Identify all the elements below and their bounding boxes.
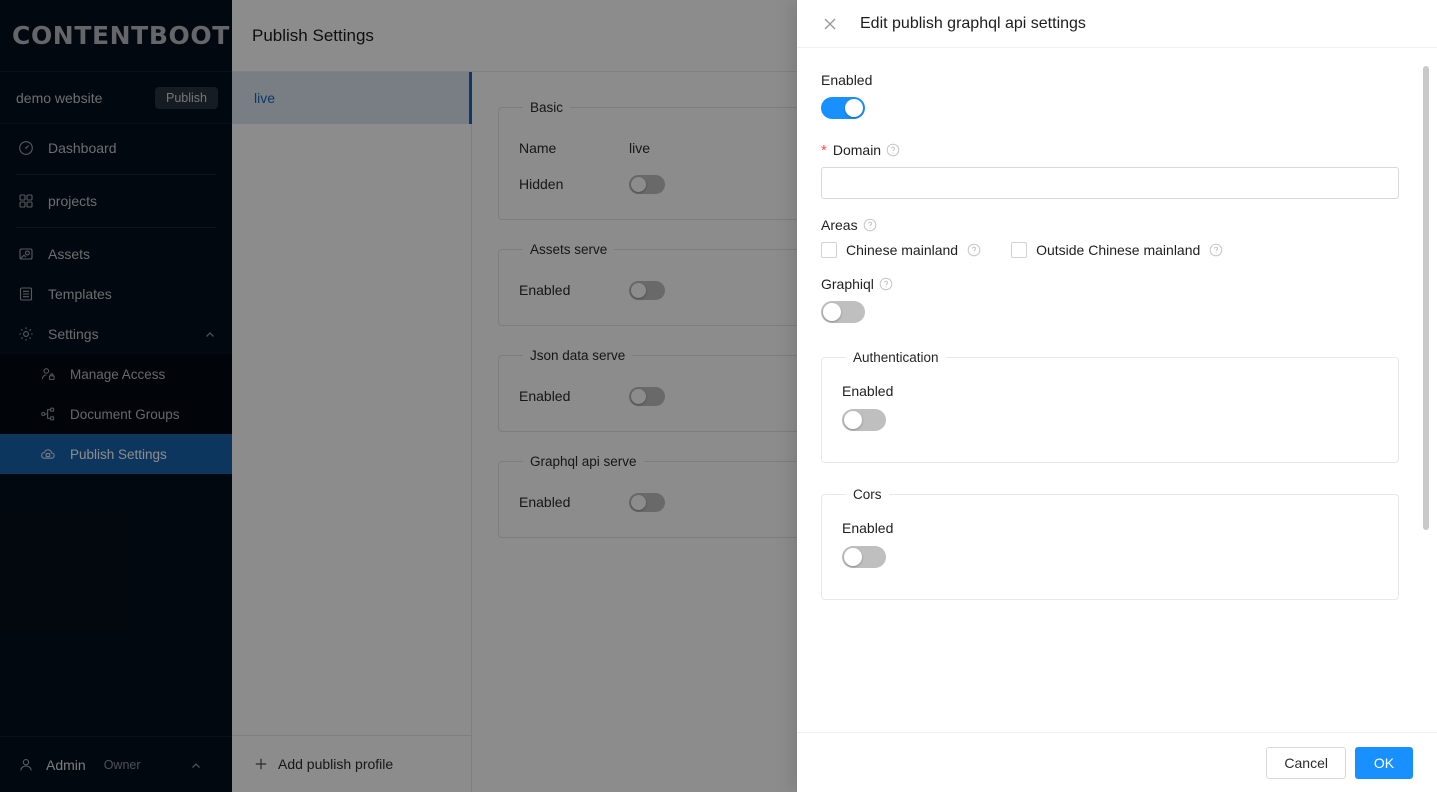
section-cors: Cors Enabled <box>821 487 1399 600</box>
question-circle-icon[interactable] <box>879 277 893 291</box>
field-enabled: Enabled <box>821 72 1397 124</box>
authentication-enabled-label: Enabled <box>842 383 894 399</box>
cors-enabled-toggle[interactable] <box>842 546 886 568</box>
section-legend: Authentication <box>853 350 939 365</box>
toggle-knob <box>823 303 841 321</box>
drawer-scrollbar[interactable] <box>1423 66 1429 530</box>
question-circle-icon[interactable] <box>886 143 900 157</box>
checkbox-label: Chinese mainland <box>846 242 959 258</box>
question-circle-icon[interactable] <box>863 218 877 232</box>
drawer-title: Edit publish graphql api settings <box>860 14 1086 32</box>
required-asterisk: * <box>821 141 827 159</box>
field-areas: Areas Chinese mainland Outside Chinese m… <box>821 217 1397 258</box>
toggle-knob <box>845 99 863 117</box>
graphiql-toggle[interactable] <box>821 301 865 323</box>
question-circle-icon[interactable] <box>1209 243 1223 257</box>
enabled-toggle[interactable] <box>821 97 865 119</box>
checkbox-box[interactable] <box>1011 242 1028 258</box>
field-graphiql: Graphiql <box>821 276 1397 328</box>
cancel-button[interactable]: Cancel <box>1266 746 1346 779</box>
section-legend: Cors <box>853 487 882 502</box>
section-authentication: Authentication Enabled <box>821 350 1399 463</box>
edit-settings-drawer: Edit publish graphql api settings Enable… <box>797 0 1437 792</box>
ok-button[interactable]: OK <box>1355 746 1413 779</box>
checkbox-outside-chinese-mainland[interactable]: Outside Chinese mainland <box>1011 242 1223 258</box>
close-icon[interactable] <box>822 16 838 32</box>
graphiql-label: Graphiql <box>821 276 874 292</box>
question-circle-icon[interactable] <box>967 243 981 257</box>
drawer-footer: Cancel OK <box>797 732 1437 792</box>
field-label: * Domain <box>821 142 1397 158</box>
areas-label: Areas <box>821 217 858 233</box>
drawer-header: Edit publish graphql api settings <box>797 0 1437 48</box>
toggle-knob <box>844 548 862 566</box>
areas-checkbox-group: Chinese mainland Outside Chinese mainlan… <box>821 242 1397 258</box>
checkbox-chinese-mainland[interactable]: Chinese mainland <box>821 242 981 258</box>
app-root: CONTENTBOOT demo website Publish Dashboa… <box>0 0 1437 792</box>
domain-label: Domain <box>832 142 882 158</box>
toggle-knob <box>844 411 862 429</box>
cors-enabled-label: Enabled <box>842 520 894 536</box>
checkbox-box[interactable] <box>821 242 837 258</box>
field-label: Enabled <box>821 72 1397 88</box>
checkbox-label: Outside Chinese mainland <box>1036 242 1201 258</box>
drawer-body: Enabled * Domain Areas Chinese mainland … <box>797 48 1437 732</box>
field-label: Areas <box>821 217 1397 233</box>
enabled-label: Enabled <box>821 72 873 88</box>
authentication-enabled-toggle[interactable] <box>842 409 886 431</box>
field-label: Graphiql <box>821 276 1397 292</box>
field-domain: * Domain <box>821 142 1399 199</box>
domain-input[interactable] <box>821 167 1399 199</box>
